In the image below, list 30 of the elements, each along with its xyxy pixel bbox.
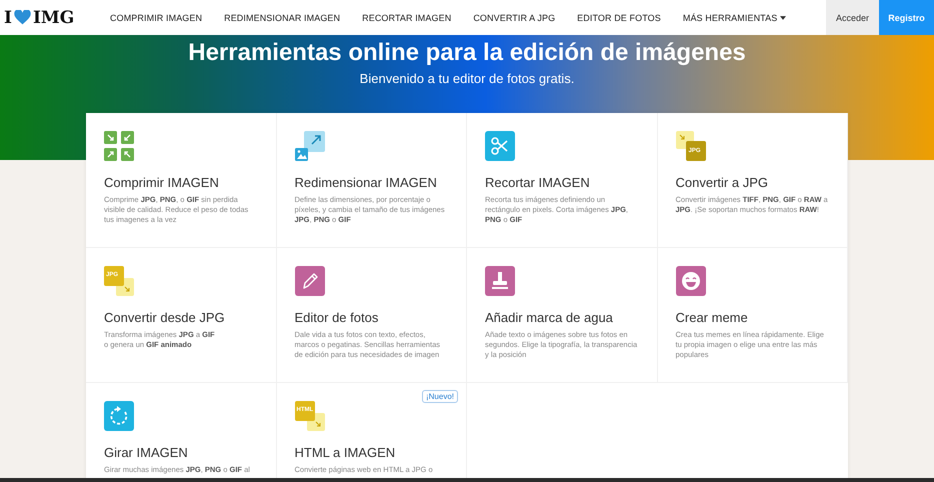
rotate-icon xyxy=(104,401,134,431)
new-badge: ¡Nuevo! xyxy=(422,390,458,403)
nav-link[interactable]: COMPRIMIR IMAGEN xyxy=(99,12,214,22)
logo-text[interactable]: I xyxy=(4,8,12,28)
tool-title: Añadir marca de agua xyxy=(485,310,614,325)
heart-icon xyxy=(14,10,31,25)
nav-link[interactable]: CONVERTIR A JPG xyxy=(462,12,566,22)
compress-arrows-icon xyxy=(104,131,134,161)
stamp-icon xyxy=(485,266,515,296)
tool-title: Recortar IMAGEN xyxy=(485,175,591,190)
scissors-icon xyxy=(485,131,515,161)
nav-link[interactable]: REDIMENSIONAR IMAGEN xyxy=(213,12,352,22)
tool-title: Convertir desde JPG xyxy=(104,310,226,325)
tool-title: Girar IMAGEN xyxy=(104,445,189,460)
pencil-icon xyxy=(294,266,324,296)
tool-title: Comprimir IMAGEN xyxy=(104,175,220,190)
hero-title: Herramientas online para la edición de imágenes xyxy=(187,39,747,67)
nav-link[interactable]: EDITOR DE FOTOS xyxy=(566,12,672,22)
laughing-face-icon xyxy=(676,266,706,296)
tool-title: HTML a IMAGEN xyxy=(294,445,396,460)
tool-title: Convertir a JPG xyxy=(676,175,769,190)
nav-link[interactable]: RECORTAR IMAGEN xyxy=(351,12,462,22)
logo-text[interactable]: IMG xyxy=(32,8,74,28)
login-button[interactable]: Acceder xyxy=(826,0,879,35)
nav-link[interactable]: MÁS HERRAMIENTAS xyxy=(672,12,798,22)
tool-title: Crear meme xyxy=(676,310,749,325)
hero-subtitle: Bienvenido a tu editor de fotos gratis. xyxy=(358,71,576,86)
tool-title: Redimensionar IMAGEN xyxy=(294,175,438,190)
tool-title: Editor de fotos xyxy=(294,310,380,325)
resize-image-icon xyxy=(294,131,324,161)
